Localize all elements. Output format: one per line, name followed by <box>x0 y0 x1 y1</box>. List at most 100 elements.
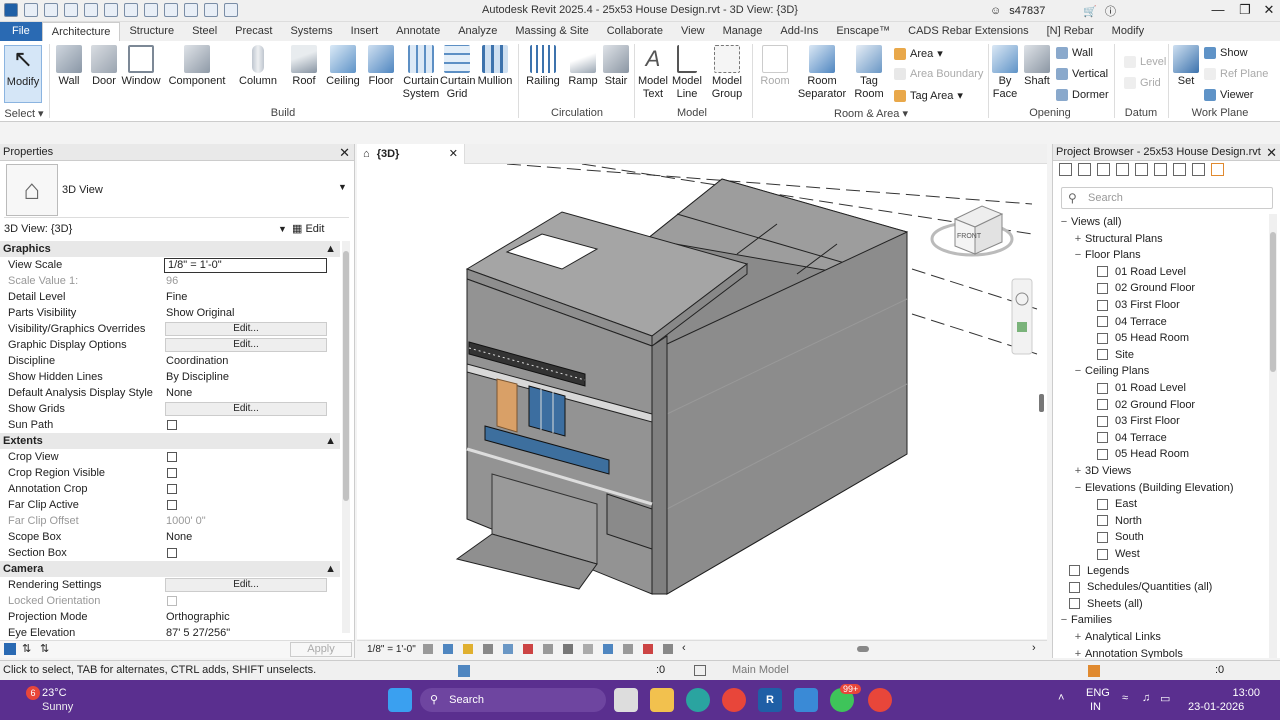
browser-item[interactable]: 01 Road Level <box>1087 264 1186 280</box>
show-workplane-button[interactable]: Show <box>1204 47 1248 59</box>
far-clip-checkbox[interactable] <box>167 500 177 510</box>
tab-structure[interactable]: Structure <box>120 22 183 41</box>
select-panel-label[interactable]: Select ▾ <box>2 107 46 120</box>
browser-item[interactable]: West <box>1087 546 1140 562</box>
show-crop-icon[interactable] <box>543 644 553 654</box>
row-projection[interactable]: Projection Mode Orthographic <box>0 609 340 625</box>
browser-item[interactable]: − Ceiling Plans <box>1073 363 1149 379</box>
taskbar-search[interactable]: ⚲ Search <box>420 688 606 712</box>
dormer-button[interactable]: Dormer <box>1056 89 1109 101</box>
detail-level-icon[interactable] <box>423 644 433 654</box>
browser-item[interactable]: + Analytical Links <box>1073 629 1161 645</box>
browser-item[interactable]: 05 Head Room <box>1087 446 1189 462</box>
help-icon[interactable]: ⓘ <box>1105 3 1116 19</box>
view-scale-input[interactable]: 1/8" = 1'-0" <box>164 258 327 273</box>
roof-button[interactable]: Roof <box>286 45 322 88</box>
tab-view[interactable]: View <box>672 22 714 41</box>
room-button[interactable]: Room <box>756 45 794 88</box>
vg-edit-button[interactable]: Edit... <box>165 322 327 336</box>
browser-item[interactable]: − Families <box>1059 612 1112 628</box>
curtain-system-button[interactable]: Curtain System <box>400 45 442 101</box>
tab-file[interactable]: File <box>0 22 42 41</box>
mullion-button[interactable]: Mullion <box>476 45 514 88</box>
design-options-icon[interactable] <box>694 665 706 676</box>
close-icon[interactable]: ✕ <box>339 144 350 161</box>
tab-manage[interactable]: Manage <box>714 22 772 41</box>
row-hidden-lines[interactable]: Show Hidden Lines By Discipline <box>0 369 340 385</box>
section-graphics[interactable]: Graphics ▲ <box>0 241 340 257</box>
collapse-icon[interactable]: − <box>1059 214 1069 230</box>
close-button[interactable]: ✕ <box>1256 0 1280 22</box>
windows-start-icon[interactable] <box>388 688 412 712</box>
room-area-panel-label[interactable]: Room & Area ▾ <box>756 107 986 120</box>
reveal-constraints-icon[interactable] <box>663 644 673 654</box>
highlight-displacement-icon[interactable] <box>643 644 653 654</box>
browser-item[interactable]: South <box>1087 529 1144 545</box>
component-button[interactable]: Component <box>166 45 228 88</box>
tab-precast[interactable]: Precast <box>226 22 281 41</box>
chevron-left-icon[interactable]: ‹ <box>682 642 686 654</box>
browser-item[interactable]: 04 Terrace <box>1087 430 1167 446</box>
user-name[interactable]: s47837 <box>1009 5 1045 17</box>
annotation-crop-checkbox[interactable] <box>167 484 177 494</box>
schedule-icon[interactable] <box>1097 163 1110 176</box>
3d-viewport[interactable]: FRONT <box>357 163 1047 639</box>
properties-filter-icon[interactable] <box>4 643 16 655</box>
chevron-right-icon[interactable]: › <box>1032 642 1036 654</box>
tab-cads-rebar[interactable]: CADS Rebar Extensions <box>899 22 1037 41</box>
wall-opening-button[interactable]: Wall <box>1056 47 1093 59</box>
browser-item[interactable]: 01 Road Level <box>1087 380 1186 396</box>
volume-icon[interactable]: ♫ <box>1142 692 1150 704</box>
sort-icon[interactable]: ⇅ <box>22 642 31 655</box>
collapse-icon[interactable]: − <box>1059 612 1069 628</box>
area-boundary-button[interactable]: Area Boundary <box>894 68 983 80</box>
close-icon[interactable]: ✕ <box>449 144 458 164</box>
tab-collaborate[interactable]: Collaborate <box>598 22 672 41</box>
browser-item[interactable]: 03 First Floor <box>1087 297 1180 313</box>
tab-systems[interactable]: Systems <box>281 22 341 41</box>
tab-analyze[interactable]: Analyze <box>449 22 506 41</box>
reveal-hidden-icon[interactable] <box>603 644 613 654</box>
file-explorer-icon[interactable] <box>650 688 674 712</box>
chrome-profile-icon[interactable] <box>868 688 892 712</box>
revit-app-icon[interactable]: R <box>758 688 782 712</box>
type-selector[interactable]: ⌂ 3D View ▼ <box>4 162 349 218</box>
tab-modify[interactable]: Modify <box>1103 22 1153 41</box>
instance-filter[interactable]: 3D View: {3D} ▼ ▦ Edit Type <box>0 220 350 253</box>
lock-3d-icon[interactable] <box>563 644 573 654</box>
stair-button[interactable]: Stair <box>600 45 632 88</box>
model-text-button[interactable]: A Model Text <box>636 45 670 101</box>
level-view-icon[interactable] <box>1154 163 1167 176</box>
browser-item[interactable]: East <box>1087 496 1137 512</box>
browser-item[interactable]: +3D Views <box>1073 463 1131 479</box>
row-analysis-style[interactable]: Default Analysis Display Style None <box>0 385 340 401</box>
floor-button[interactable]: Floor <box>364 45 398 88</box>
filter-icon[interactable] <box>1078 163 1091 176</box>
search-input[interactable]: Search <box>1088 192 1123 204</box>
tab-addins[interactable]: Add-Ins <box>771 22 827 41</box>
browser-item[interactable]: + Annotation Symbols <box>1073 646 1183 658</box>
area-button[interactable]: Area ▾ <box>894 47 943 60</box>
paint-icon[interactable] <box>794 688 818 712</box>
scale-indicator[interactable]: 1/8" = 1'-0" <box>367 644 416 655</box>
crop-region-checkbox[interactable] <box>167 468 177 478</box>
row-scope-box[interactable]: Scope Box None <box>0 529 340 545</box>
browser-item[interactable]: − Elevations (Building Elevation) <box>1073 480 1234 496</box>
view-tab-3d[interactable]: ⌂ {3D} ✕ <box>357 144 465 164</box>
navigation-bar[interactable] <box>1011 278 1033 355</box>
expand-icon[interactable]: + <box>1073 231 1083 247</box>
section-camera[interactable]: Camera ▲ <box>0 561 340 577</box>
curtain-grid-button[interactable]: Curtain Grid <box>440 45 475 101</box>
browser-item[interactable]: − Floor Plans <box>1073 247 1141 263</box>
wall-button[interactable]: Wall <box>53 45 85 88</box>
window-button[interactable]: Window <box>120 45 162 88</box>
analytical-model-icon[interactable] <box>623 644 633 654</box>
select-links-icon[interactable] <box>1088 665 1100 677</box>
visual-style-icon[interactable] <box>443 644 453 654</box>
clock-date[interactable]: 23-01-2026 <box>1188 701 1244 713</box>
battery-icon[interactable]: ▭ <box>1160 692 1170 705</box>
weather-temp[interactable]: 23°C <box>42 687 67 699</box>
apply-button[interactable]: Apply <box>290 642 352 657</box>
browser-item[interactable]: 05 Head Room <box>1087 330 1189 346</box>
sort-z-icon[interactable]: ⇅ <box>40 642 49 655</box>
